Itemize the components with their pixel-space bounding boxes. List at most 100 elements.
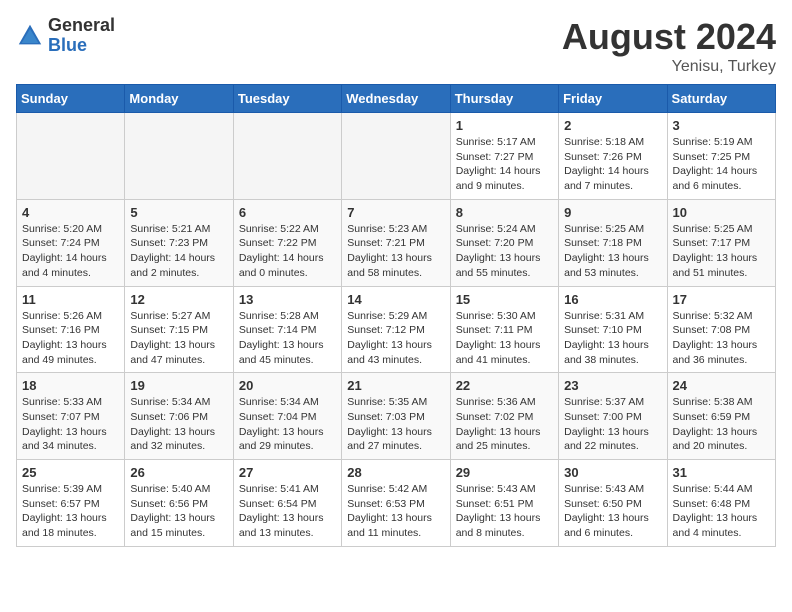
- calendar-week-row: 11 Sunrise: 5:26 AMSunset: 7:16 PMDayligh…: [17, 286, 776, 373]
- calendar-cell: 6Sunrise: 5:22 AMSunset: 7:22 PMDaylight…: [233, 199, 341, 286]
- calendar-cell: 29Sunrise: 5:43 AMSunset: 6:51 PMDayligh…: [450, 460, 558, 547]
- day-number: 20: [239, 378, 336, 393]
- day-info: Sunrise: 5:41 AMSunset: 6:54 PMDaylight:…: [239, 482, 336, 541]
- day-info: Sunrise: 5:21 AMSunset: 7:23 PMDaylight:…: [130, 222, 227, 281]
- header-saturday: Saturday: [667, 85, 775, 113]
- logo-icon: [16, 22, 44, 50]
- calendar-cell: 3Sunrise: 5:19 AMSunset: 7:25 PMDaylight…: [667, 113, 775, 200]
- calendar-cell: 28Sunrise: 5:42 AMSunset: 6:53 PMDayligh…: [342, 460, 450, 547]
- calendar-cell: 26 Sunrise: 5:40 AMSunset: 6:56 PMDayligh…: [125, 460, 233, 547]
- calendar-table: SundayMondayTuesdayWednesdayThursdayFrid…: [16, 84, 776, 547]
- location: Yenisu, Turkey: [562, 58, 776, 76]
- day-number: 7: [347, 205, 444, 220]
- day-info: Sunrise: 5:27 AMSunset: 7:15 PMDaylight:…: [130, 309, 227, 368]
- day-number: 27: [239, 465, 336, 480]
- calendar-cell: 13Sunrise: 5:28 AMSunset: 7:14 PMDayligh…: [233, 286, 341, 373]
- logo-general: General: [48, 16, 115, 36]
- calendar-cell: 9 Sunrise: 5:25 AMSunset: 7:18 PMDaylight…: [559, 199, 667, 286]
- day-number: 31: [673, 465, 770, 480]
- logo: General Blue: [16, 16, 115, 56]
- calendar-cell: 21 Sunrise: 5:35 AMSunset: 7:03 PMDayligh…: [342, 373, 450, 460]
- calendar-cell: 2 Sunrise: 5:18 AMSunset: 7:26 PMDaylight…: [559, 113, 667, 200]
- header-thursday: Thursday: [450, 85, 558, 113]
- month-year: August 2024: [562, 16, 776, 58]
- day-info: Sunrise: 5:26 AMSunset: 7:16 PMDaylight:…: [22, 309, 119, 368]
- day-info: Sunrise: 5:25 AMSunset: 7:18 PMDaylight:…: [564, 222, 661, 281]
- day-number: 22: [456, 378, 553, 393]
- day-info: Sunrise: 5:43 AMSunset: 6:51 PMDaylight:…: [456, 482, 553, 541]
- calendar-cell: 30 Sunrise: 5:43 AMSunset: 6:50 PMDayligh…: [559, 460, 667, 547]
- calendar-cell: 7Sunrise: 5:23 AMSunset: 7:21 PMDaylight…: [342, 199, 450, 286]
- calendar-cell: 15 Sunrise: 5:30 AMSunset: 7:11 PMDayligh…: [450, 286, 558, 373]
- day-number: 21: [347, 378, 444, 393]
- day-info: Sunrise: 5:34 AMSunset: 7:04 PMDaylight:…: [239, 395, 336, 454]
- calendar-cell: 8Sunrise: 5:24 AMSunset: 7:20 PMDaylight…: [450, 199, 558, 286]
- calendar-cell: 22 Sunrise: 5:36 AMSunset: 7:02 PMDayligh…: [450, 373, 558, 460]
- calendar-cell: 19 Sunrise: 5:34 AMSunset: 7:06 PMDayligh…: [125, 373, 233, 460]
- day-number: 12: [130, 292, 227, 307]
- day-info: Sunrise: 5:33 AMSunset: 7:07 PMDaylight:…: [22, 395, 119, 454]
- day-info: Sunrise: 5:34 AMSunset: 7:06 PMDaylight:…: [130, 395, 227, 454]
- day-number: 1: [456, 118, 553, 133]
- day-number: 5: [130, 205, 227, 220]
- page-header: General Blue August 2024 Yenisu, Turkey: [16, 16, 776, 76]
- calendar-cell: 16 Sunrise: 5:31 AMSunset: 7:10 PMDayligh…: [559, 286, 667, 373]
- calendar-header-row: SundayMondayTuesdayWednesdayThursdayFrid…: [17, 85, 776, 113]
- day-info: Sunrise: 5:40 AMSunset: 6:56 PMDaylight:…: [130, 482, 227, 541]
- day-number: 23: [564, 378, 661, 393]
- day-info: Sunrise: 5:29 AMSunset: 7:12 PMDaylight:…: [347, 309, 444, 368]
- calendar-cell: 31 Sunrise: 5:44 AMSunset: 6:48 PMDayligh…: [667, 460, 775, 547]
- day-info: Sunrise: 5:32 AMSunset: 7:08 PMDaylight:…: [673, 309, 770, 368]
- day-info: Sunrise: 5:24 AMSunset: 7:20 PMDaylight:…: [456, 222, 553, 281]
- day-number: 6: [239, 205, 336, 220]
- day-info: Sunrise: 5:25 AMSunset: 7:17 PMDaylight:…: [673, 222, 770, 281]
- day-number: 18: [22, 378, 119, 393]
- day-number: 11: [22, 292, 119, 307]
- calendar-cell: 11 Sunrise: 5:26 AMSunset: 7:16 PMDayligh…: [17, 286, 125, 373]
- day-info: Sunrise: 5:35 AMSunset: 7:03 PMDaylight:…: [347, 395, 444, 454]
- day-number: 24: [673, 378, 770, 393]
- calendar-cell: [342, 113, 450, 200]
- header-monday: Monday: [125, 85, 233, 113]
- day-info: Sunrise: 5:44 AMSunset: 6:48 PMDaylight:…: [673, 482, 770, 541]
- day-number: 19: [130, 378, 227, 393]
- day-info: Sunrise: 5:18 AMSunset: 7:26 PMDaylight:…: [564, 135, 661, 194]
- calendar-cell: [125, 113, 233, 200]
- header-friday: Friday: [559, 85, 667, 113]
- day-number: 13: [239, 292, 336, 307]
- day-number: 14: [347, 292, 444, 307]
- calendar-cell: 25Sunrise: 5:39 AMSunset: 6:57 PMDayligh…: [17, 460, 125, 547]
- day-number: 2: [564, 118, 661, 133]
- day-info: Sunrise: 5:31 AMSunset: 7:10 PMDaylight:…: [564, 309, 661, 368]
- day-info: Sunrise: 5:36 AMSunset: 7:02 PMDaylight:…: [456, 395, 553, 454]
- day-number: 26: [130, 465, 227, 480]
- title-block: August 2024 Yenisu, Turkey: [562, 16, 776, 76]
- calendar-cell: 20 Sunrise: 5:34 AMSunset: 7:04 PMDayligh…: [233, 373, 341, 460]
- day-number: 9: [564, 205, 661, 220]
- calendar-cell: [233, 113, 341, 200]
- day-number: 10: [673, 205, 770, 220]
- header-wednesday: Wednesday: [342, 85, 450, 113]
- day-info: Sunrise: 5:19 AMSunset: 7:25 PMDaylight:…: [673, 135, 770, 194]
- calendar-week-row: 18 Sunrise: 5:33 AMSunset: 7:07 PMDayligh…: [17, 373, 776, 460]
- day-number: 30: [564, 465, 661, 480]
- day-info: Sunrise: 5:17 AMSunset: 7:27 PMDaylight:…: [456, 135, 553, 194]
- day-number: 25: [22, 465, 119, 480]
- day-info: Sunrise: 5:38 AMSunset: 6:59 PMDaylight:…: [673, 395, 770, 454]
- calendar-cell: 1 Sunrise: 5:17 AMSunset: 7:27 PMDaylight…: [450, 113, 558, 200]
- calendar-week-row: 1 Sunrise: 5:17 AMSunset: 7:27 PMDaylight…: [17, 113, 776, 200]
- header-sunday: Sunday: [17, 85, 125, 113]
- day-info: Sunrise: 5:43 AMSunset: 6:50 PMDaylight:…: [564, 482, 661, 541]
- calendar-cell: 17 Sunrise: 5:32 AMSunset: 7:08 PMDayligh…: [667, 286, 775, 373]
- day-number: 15: [456, 292, 553, 307]
- header-tuesday: Tuesday: [233, 85, 341, 113]
- day-number: 17: [673, 292, 770, 307]
- day-info: Sunrise: 5:30 AMSunset: 7:11 PMDaylight:…: [456, 309, 553, 368]
- calendar-cell: 23Sunrise: 5:37 AMSunset: 7:00 PMDayligh…: [559, 373, 667, 460]
- calendar-cell: 4Sunrise: 5:20 AMSunset: 7:24 PMDaylight…: [17, 199, 125, 286]
- day-info: Sunrise: 5:20 AMSunset: 7:24 PMDaylight:…: [22, 222, 119, 281]
- calendar-cell: 27 Sunrise: 5:41 AMSunset: 6:54 PMDayligh…: [233, 460, 341, 547]
- day-number: 16: [564, 292, 661, 307]
- calendar-cell: 24 Sunrise: 5:38 AMSunset: 6:59 PMDayligh…: [667, 373, 775, 460]
- day-info: Sunrise: 5:42 AMSunset: 6:53 PMDaylight:…: [347, 482, 444, 541]
